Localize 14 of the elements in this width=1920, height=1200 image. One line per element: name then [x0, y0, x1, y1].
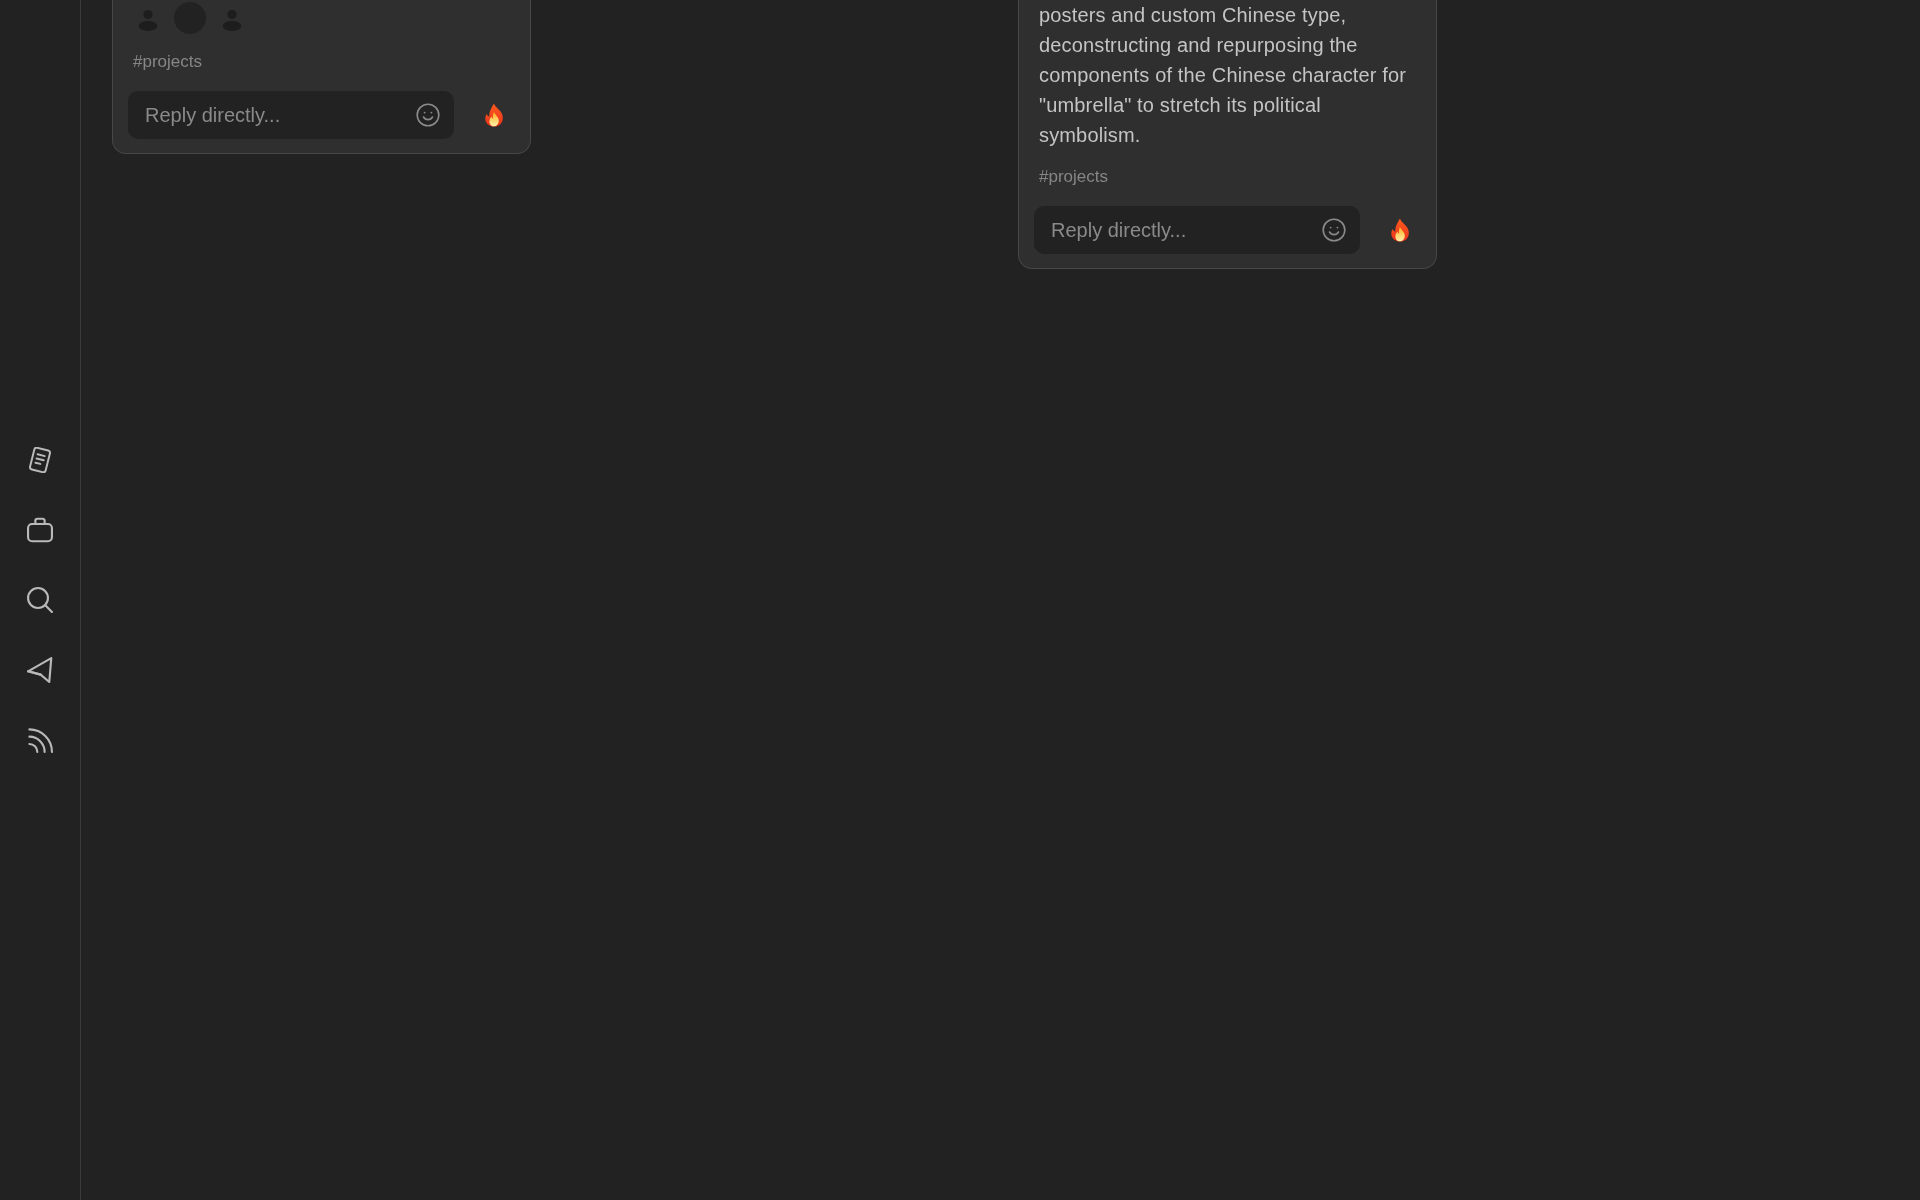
document-icon[interactable]	[27, 447, 53, 473]
rss-icon[interactable]	[27, 727, 53, 753]
channel-tag[interactable]: #projects	[133, 52, 202, 72]
smiley-icon[interactable]	[416, 103, 440, 127]
flame-icon[interactable]	[484, 103, 504, 127]
reply-field[interactable]: Reply directly...	[1034, 206, 1360, 254]
channel-tag[interactable]: #projects	[1039, 167, 1108, 187]
smiley-icon[interactable]	[1322, 218, 1346, 242]
search-icon[interactable]	[27, 587, 53, 613]
reply-field[interactable]: Reply directly...	[128, 91, 454, 139]
flame-icon[interactable]	[1390, 218, 1410, 242]
paper-plane-icon[interactable]	[27, 657, 53, 683]
briefcase-icon[interactable]	[27, 517, 53, 543]
post-text: posters and custom Chinese type, deconstructing and repurposing the components of the Chinese character for "umbrella" to stretch its political symbolism.	[1039, 3, 1408, 148]
